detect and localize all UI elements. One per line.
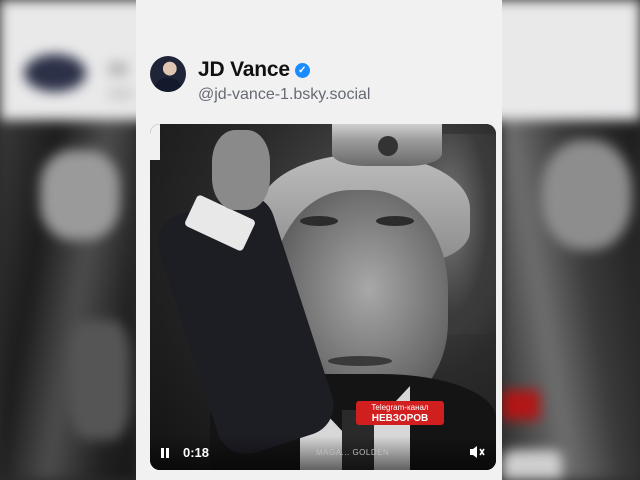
crown (332, 124, 442, 166)
pause-icon[interactable] (158, 446, 174, 462)
author-name[interactable]: JD Vance (198, 58, 290, 82)
video-controls: 0:18 MAGA... GOLDEN (150, 436, 496, 470)
video-watermark: MAGA... GOLDEN (316, 448, 390, 457)
verified-badge-icon: ✓ (294, 62, 310, 78)
overlay-line-1: Telegram-канал (371, 403, 429, 412)
elapsed-time: 0:18 (183, 445, 210, 460)
video-player[interactable]: Telegram-канал НЕВЗОРОВ 0:18 MAGA... GOL… (150, 124, 496, 470)
overlay-line-2: НЕВЗОРОВ (371, 413, 429, 424)
post-card: JD Vance ✓ @jd-vance-1.bsky.social Teleg… (136, 0, 502, 480)
telegram-channel-overlay: Telegram-канал НЕВЗОРОВ (356, 401, 444, 425)
author-avatar[interactable] (150, 56, 186, 92)
video-frame (150, 124, 496, 470)
author-row: JD Vance ✓ (198, 56, 310, 84)
muted-speaker-icon[interactable] (468, 444, 490, 462)
author-handle[interactable]: @jd-vance-1.bsky.social (198, 86, 370, 104)
